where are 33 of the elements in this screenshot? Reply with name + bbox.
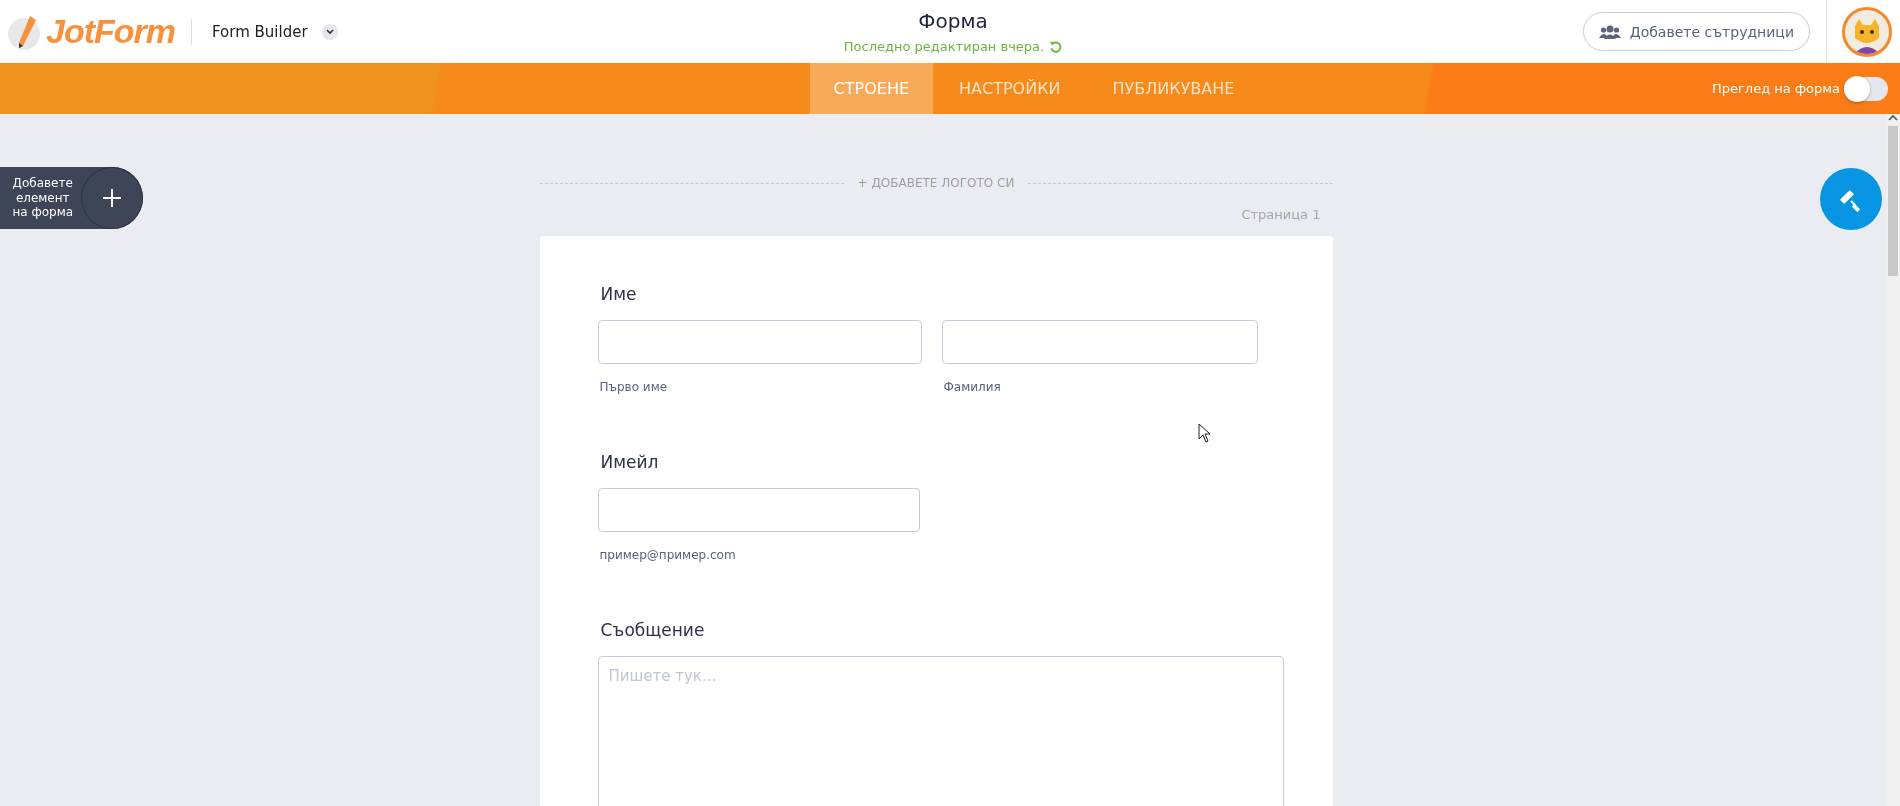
nav-tab[interactable]: НАСТРОЙКИ xyxy=(933,63,1087,114)
add-logo-button[interactable]: + ДОБАВЕТЕ ЛОГОТО СИ xyxy=(857,176,1015,190)
scroll-up-icon[interactable] xyxy=(1888,114,1898,122)
text-input[interactable] xyxy=(941,320,1258,364)
undo-icon[interactable] xyxy=(1049,40,1063,53)
nav-tab[interactable]: ПУБЛИКУВАНЕ xyxy=(1086,63,1261,114)
add-element-button[interactable]: Добавете елемент на форма xyxy=(0,167,143,229)
dropdown-button[interactable] xyxy=(321,23,338,40)
page-label: Страница 1 xyxy=(1241,207,1321,222)
message-textarea[interactable]: Пишете тук... xyxy=(597,656,1284,806)
preview-toggle[interactable] xyxy=(1844,76,1888,101)
user-avatar[interactable] xyxy=(1842,6,1892,57)
nav-tab[interactable]: СТРОЕНЕ xyxy=(809,63,933,114)
plus-icon xyxy=(103,189,122,207)
chevron-down-icon xyxy=(325,28,334,35)
text-input[interactable] xyxy=(597,488,920,532)
logo-text: JotForm xyxy=(46,12,175,51)
field-label: Съобщение xyxy=(600,620,706,640)
app-name: Form Builder xyxy=(212,22,308,41)
scroll-thumb[interactable] xyxy=(1888,126,1898,276)
last-edited-text: Последно редактиран вчера. xyxy=(843,39,1063,54)
field-label: Имейл xyxy=(600,452,660,472)
field-sublabel: пример@пример.com xyxy=(599,548,737,562)
field-label: Име xyxy=(600,284,638,304)
field-sublabel: Първо име xyxy=(599,380,669,394)
field-sublabel: Фамилия xyxy=(943,380,1002,394)
scrollbar[interactable] xyxy=(1886,114,1900,806)
text-input[interactable] xyxy=(597,320,922,364)
people-icon xyxy=(1598,24,1621,39)
preview-label: Преглед на форма xyxy=(1712,81,1840,96)
mouse-pointer-icon xyxy=(1198,423,1212,443)
add-collaborators-button[interactable]: Добавете сътрудници xyxy=(1582,12,1810,51)
form-title: Форма xyxy=(918,9,988,33)
